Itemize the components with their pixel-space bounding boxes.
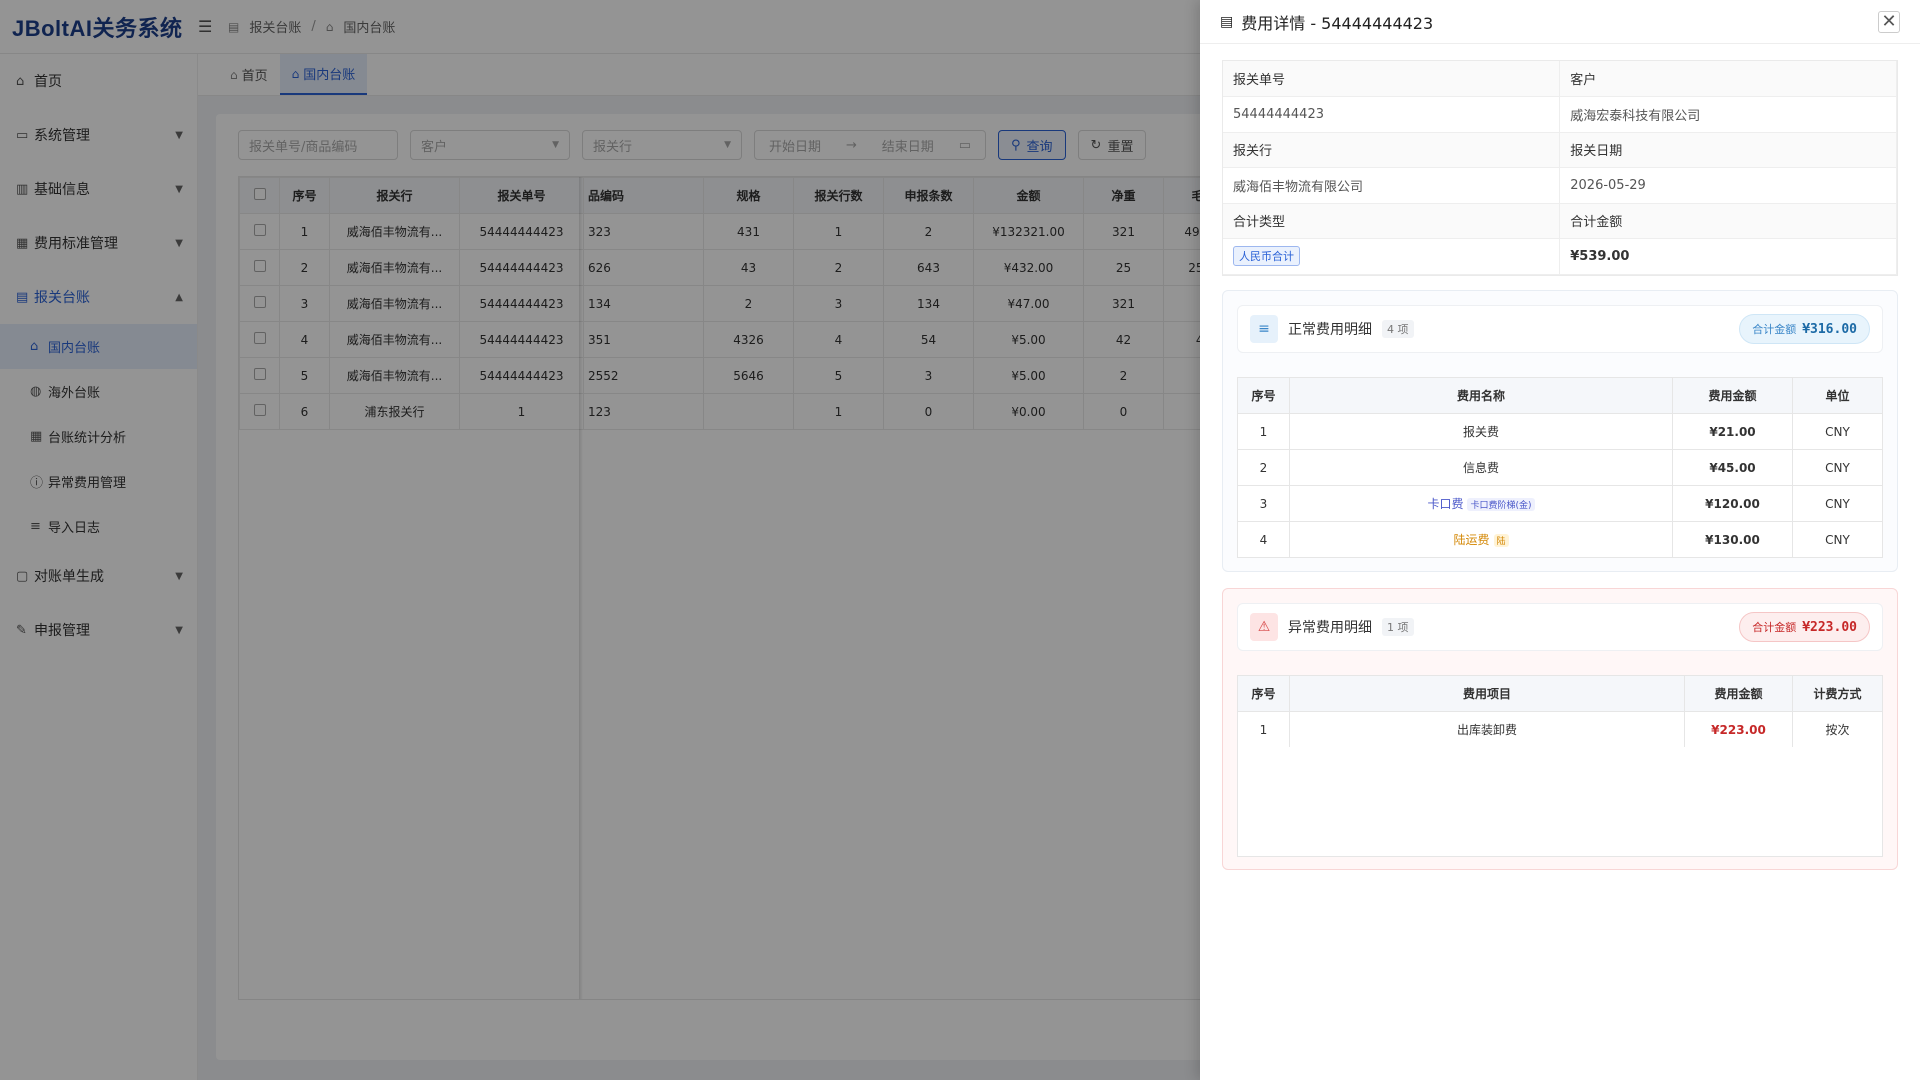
value-customer: 威海宏泰科技有限公司 bbox=[1559, 96, 1897, 133]
fee-name-link[interactable]: 陆运费 bbox=[1453, 533, 1489, 547]
table-cell: ¥21.00 bbox=[1672, 413, 1793, 450]
drawer-title-text: 费用详情 - 54444444423 bbox=[1241, 13, 1434, 33]
fee-detail-drawer: ▤ 费用详情 - 54444444423 ✕ 报关单号 客户 544444444… bbox=[1200, 0, 1920, 1080]
column-header: 费用金额 bbox=[1684, 675, 1793, 712]
list-icon: ≡ bbox=[1250, 315, 1278, 343]
label-decl-date: 报关日期 bbox=[1559, 132, 1897, 168]
column-header: 费用金额 bbox=[1672, 377, 1793, 414]
abnormal-fee-header: ⚠ 异常费用明细 1 项 合计金额 ¥223.00 bbox=[1237, 603, 1883, 651]
value-total-amount: ¥539.00 bbox=[1559, 238, 1897, 275]
abnormal-fee-section: ⚠ 异常费用明细 1 项 合计金额 ¥223.00 序号 费用项目 费用金额 计… bbox=[1222, 588, 1898, 870]
table-cell: ¥223.00 bbox=[1684, 711, 1793, 748]
table-cell: 信息费 bbox=[1289, 449, 1673, 486]
drawer-header: ▤ 费用详情 - 54444444423 ✕ bbox=[1200, 0, 1920, 44]
table-row: 1 报关费 ¥21.00 CNY bbox=[1237, 413, 1883, 450]
table-cell: 1 bbox=[1237, 711, 1290, 748]
total-type-tag: 人民币合计 bbox=[1233, 246, 1300, 267]
normal-fee-table: 序号 费用名称 费用金额 单位 1 报关费 ¥21.00 CNY 2 信息费 ¥… bbox=[1237, 377, 1883, 558]
table-cell: CNY bbox=[1792, 485, 1883, 522]
label-total-type: 合计类型 bbox=[1223, 203, 1561, 239]
fee-rule-tag: 陆 bbox=[1493, 534, 1509, 547]
drawer-title: ▤ 费用详情 - 54444444423 bbox=[1220, 10, 1433, 34]
table-cell: CNY bbox=[1792, 449, 1883, 486]
table-cell: CNY bbox=[1792, 413, 1883, 450]
table-cell: 报关费 bbox=[1289, 413, 1673, 450]
column-header: 费用项目 bbox=[1289, 675, 1685, 712]
abnormal-fee-count-badge: 1 项 bbox=[1382, 618, 1414, 636]
abnormal-fee-total-label: 合计金额 bbox=[1752, 621, 1797, 634]
document-icon: ▤ bbox=[1220, 13, 1234, 30]
normal-fee-count-badge: 4 项 bbox=[1382, 320, 1414, 338]
fee-name-link[interactable]: 卡口费 bbox=[1427, 497, 1463, 511]
label-decl-no: 报关单号 bbox=[1223, 61, 1561, 97]
column-header: 费用名称 bbox=[1289, 377, 1673, 414]
value-decl-no: 54444444423 bbox=[1223, 96, 1561, 133]
abnormal-fee-title: 异常费用明细 bbox=[1288, 620, 1372, 636]
table-cell: ¥130.00 bbox=[1672, 521, 1793, 558]
normal-fee-section: ≡ 正常费用明细 4 项 合计金额 ¥316.00 序号 费用名称 费用金额 单… bbox=[1222, 290, 1898, 572]
normal-fee-total-label: 合计金额 bbox=[1752, 323, 1797, 336]
table-cell: ¥45.00 bbox=[1672, 449, 1793, 486]
table-cell: 按次 bbox=[1792, 711, 1883, 748]
column-header: 单位 bbox=[1792, 377, 1883, 414]
table-cell: 2 bbox=[1237, 449, 1290, 486]
normal-fee-title: 正常费用明细 bbox=[1288, 322, 1372, 338]
abnormal-fee-total-badge: 合计金额 ¥223.00 bbox=[1739, 612, 1870, 642]
abnormal-fee-table: 序号 费用项目 费用金额 计费方式 1 出库装卸费 ¥223.00 按次 bbox=[1237, 675, 1883, 748]
table-cell: 4 bbox=[1237, 521, 1290, 558]
normal-fee-total-value: ¥316.00 bbox=[1802, 321, 1857, 337]
table-header-row: 序号 费用名称 费用金额 单位 bbox=[1237, 377, 1883, 414]
label-customer: 客户 bbox=[1559, 61, 1897, 97]
abnormal-table-empty-area bbox=[1237, 747, 1883, 857]
label-total-amount: 合计金额 bbox=[1559, 203, 1897, 239]
column-header: 计费方式 bbox=[1792, 675, 1883, 712]
fee-summary-table: 报关单号 客户 54444444423 威海宏泰科技有限公司 报关行 报关日期 … bbox=[1222, 60, 1898, 276]
column-header: 序号 bbox=[1237, 675, 1290, 712]
table-row: 1 出库装卸费 ¥223.00 按次 bbox=[1237, 711, 1883, 748]
value-total-type-cell: 人民币合计 bbox=[1223, 238, 1561, 275]
table-cell: ¥120.00 bbox=[1672, 485, 1793, 522]
abnormal-fee-total-value: ¥223.00 bbox=[1802, 619, 1857, 635]
value-decl-date: 2026-05-29 bbox=[1559, 167, 1897, 204]
normal-fee-header: ≡ 正常费用明细 4 项 合计金额 ¥316.00 bbox=[1237, 305, 1883, 353]
table-row: 3 卡口费 卡口费阶梯(金) ¥120.00 CNY bbox=[1237, 485, 1883, 522]
table-cell: CNY bbox=[1792, 521, 1883, 558]
column-header: 序号 bbox=[1237, 377, 1290, 414]
close-icon[interactable]: ✕ bbox=[1878, 10, 1900, 33]
table-cell: 出库装卸费 bbox=[1289, 711, 1685, 748]
label-broker: 报关行 bbox=[1223, 132, 1561, 168]
fee-rule-tag: 卡口费阶梯(金) bbox=[1467, 498, 1535, 511]
normal-fee-total-badge: 合计金额 ¥316.00 bbox=[1739, 314, 1870, 344]
warning-icon: ⚠ bbox=[1250, 613, 1278, 641]
table-header-row: 序号 费用项目 费用金额 计费方式 bbox=[1237, 675, 1883, 712]
table-row: 4 陆运费陆 ¥130.00 CNY bbox=[1237, 521, 1883, 558]
table-cell-with-tag: 陆运费陆 bbox=[1289, 521, 1673, 558]
table-cell: 3 bbox=[1237, 485, 1290, 522]
table-cell: 1 bbox=[1237, 413, 1290, 450]
value-broker: 威海佰丰物流有限公司 bbox=[1223, 167, 1561, 204]
table-row: 2 信息费 ¥45.00 CNY bbox=[1237, 449, 1883, 486]
table-cell-with-tag: 卡口费 卡口费阶梯(金) bbox=[1289, 485, 1673, 522]
